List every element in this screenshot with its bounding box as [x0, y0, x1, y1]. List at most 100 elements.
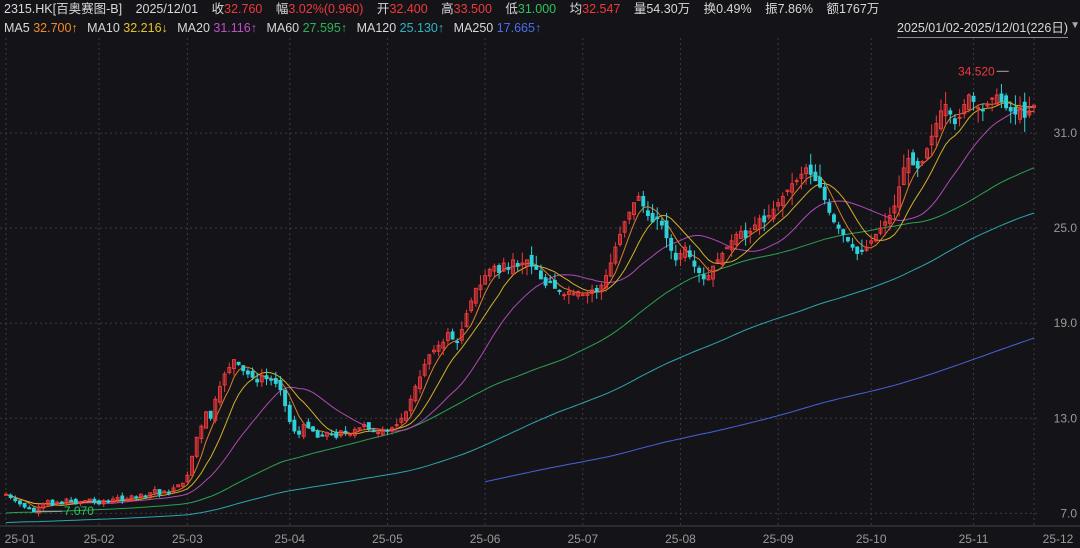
ma120-line: [5, 212, 1035, 524]
ma60-line: [5, 167, 1035, 514]
candle-down: [450, 331, 455, 340]
candle-down: [659, 220, 664, 226]
candle-down: [287, 404, 292, 422]
candle-up: [348, 433, 353, 436]
candle-down: [208, 410, 213, 419]
candle-down: [278, 380, 283, 391]
candle-down: [1022, 101, 1027, 118]
candle-down: [743, 230, 748, 239]
candle-down: [22, 502, 27, 508]
date-range-selector[interactable]: 2025/01/02-2025/12/01(226日): [897, 19, 1068, 38]
change-value: 3.02%(0.960): [288, 2, 364, 16]
candle-down: [980, 109, 985, 112]
ma120-legend[interactable]: MA120 25.130↑: [357, 21, 445, 35]
y-tick-label: 13.0: [1054, 411, 1078, 425]
candle-down: [241, 365, 246, 372]
candle-down: [255, 378, 260, 383]
ma20-line: [5, 107, 1035, 505]
ticker-label[interactable]: 2315.HK[百奥赛图-B]: [4, 2, 122, 16]
candle-down: [18, 500, 22, 505]
candle-down: [655, 216, 660, 220]
candle-down: [822, 186, 827, 201]
ma20-legend[interactable]: MA20 31.116↑: [177, 21, 257, 35]
moving-average-legend: MA5 32.700↑ MA10 32.216↓ MA20 31.116↑ MA…: [4, 19, 547, 37]
candle-down: [506, 266, 511, 270]
candle-down: [320, 434, 325, 437]
open-value: 32.400: [389, 2, 428, 16]
candle-down: [911, 152, 916, 166]
candle-down: [538, 270, 543, 280]
candle-down: [106, 500, 111, 503]
candle-down: [845, 237, 850, 242]
candle-down: [283, 389, 288, 407]
candle-down: [673, 252, 678, 261]
candle-down: [915, 160, 920, 169]
candle-down: [166, 491, 171, 494]
ma10-value: 32.216↓: [123, 21, 168, 35]
candle-down: [236, 361, 241, 365]
candle-down: [134, 496, 139, 499]
candle-down: [557, 289, 562, 293]
y-tick-label: 7.0: [1060, 506, 1077, 520]
candle-down: [1008, 107, 1013, 112]
chevron-down-icon[interactable]: ▼: [1070, 20, 1080, 31]
candle-down: [971, 95, 976, 102]
ma250-line: [484, 337, 1035, 483]
candle-down: [73, 498, 78, 505]
candle-down: [515, 263, 520, 267]
candle-down: [1013, 107, 1018, 115]
candle-down: [455, 341, 460, 344]
ma5-value: 32.700↑: [33, 21, 78, 35]
y-tick-label: 25.0: [1054, 221, 1078, 235]
ma60-value: 27.595↑: [302, 21, 348, 35]
candle-down: [543, 277, 548, 286]
ma60-legend[interactable]: MA60 27.595↑: [266, 21, 347, 35]
low-label: 低: [505, 2, 518, 16]
candle-down: [343, 430, 348, 434]
ma250-value: 17.665↑: [496, 21, 542, 35]
candle-down: [850, 244, 855, 248]
candle-down: [762, 215, 767, 223]
ma120-value: 25.130↑: [399, 21, 445, 35]
candle-down: [245, 370, 250, 375]
avg-value: 32.547: [582, 2, 621, 16]
candle-down: [497, 265, 502, 273]
candlestick-chart[interactable]: 31.0 25.0 19.0 13.0 7.0 25-01 25-02 25-03 25-04 2…: [0, 38, 1080, 548]
candle-up: [124, 498, 129, 501]
candle-down: [529, 254, 534, 267]
candle-up: [562, 294, 567, 297]
candle-down: [366, 422, 371, 430]
low-value: 31.000: [517, 2, 557, 16]
candle-down: [664, 220, 669, 239]
candle-down: [548, 280, 553, 283]
candle-down: [13, 498, 18, 502]
ma10-legend[interactable]: MA10 32.216↓: [87, 21, 168, 35]
x-tick-label: 25-05: [372, 532, 403, 546]
candle-down: [306, 421, 311, 429]
candle-up: [4, 493, 8, 496]
candle-down: [534, 265, 539, 270]
candle-up: [794, 180, 799, 183]
candle-down: [315, 430, 320, 438]
x-tick-label: 25-06: [470, 532, 501, 546]
candle-down: [143, 495, 148, 498]
candle-down: [264, 375, 269, 380]
candle-down: [59, 501, 64, 505]
candle-down: [1004, 95, 1009, 109]
high-label: 高: [441, 2, 454, 16]
candle-down: [859, 249, 864, 252]
ma10-line: [5, 102, 1034, 506]
x-tick-label: 25-09: [763, 532, 794, 546]
y-tick-label: 19.0: [1054, 316, 1078, 330]
x-tick-label: 25-11: [959, 532, 989, 546]
candle-down: [841, 229, 846, 235]
candle-down: [97, 500, 101, 505]
ma250-legend[interactable]: MA250 17.665↑: [454, 21, 542, 35]
quote-date: 2025/12/01: [135, 2, 199, 16]
ma5-legend[interactable]: MA5 32.700↑: [4, 21, 78, 35]
x-tick-label: 25-01: [5, 532, 36, 546]
candle-down: [371, 430, 376, 433]
candle-down: [818, 176, 822, 188]
candle-up: [580, 294, 585, 297]
close-label: 收: [211, 2, 225, 16]
